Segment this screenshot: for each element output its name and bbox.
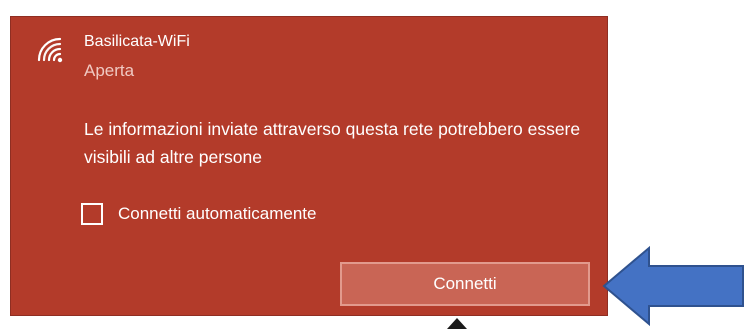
network-status: Aperta [84,61,135,80]
network-name: Basilicata-WiFi [84,33,190,50]
cursor-caret [447,318,467,329]
left-arrow-icon [600,244,746,328]
wifi-network-panel: Basilicata-WiFi Aperta Le informazioni i… [10,16,608,316]
connect-button[interactable]: Connetti [340,262,590,306]
wifi-icon [30,33,64,63]
auto-connect-checkbox[interactable] [81,203,103,225]
screenshot-stage: Basilicata-WiFi Aperta Le informazioni i… [0,0,748,329]
auto-connect-label: Connetti automaticamente [118,204,317,223]
auto-connect-option[interactable]: Connetti automaticamente [81,199,316,229]
security-warning-text: Le informazioni inviate attraverso quest… [84,119,581,167]
